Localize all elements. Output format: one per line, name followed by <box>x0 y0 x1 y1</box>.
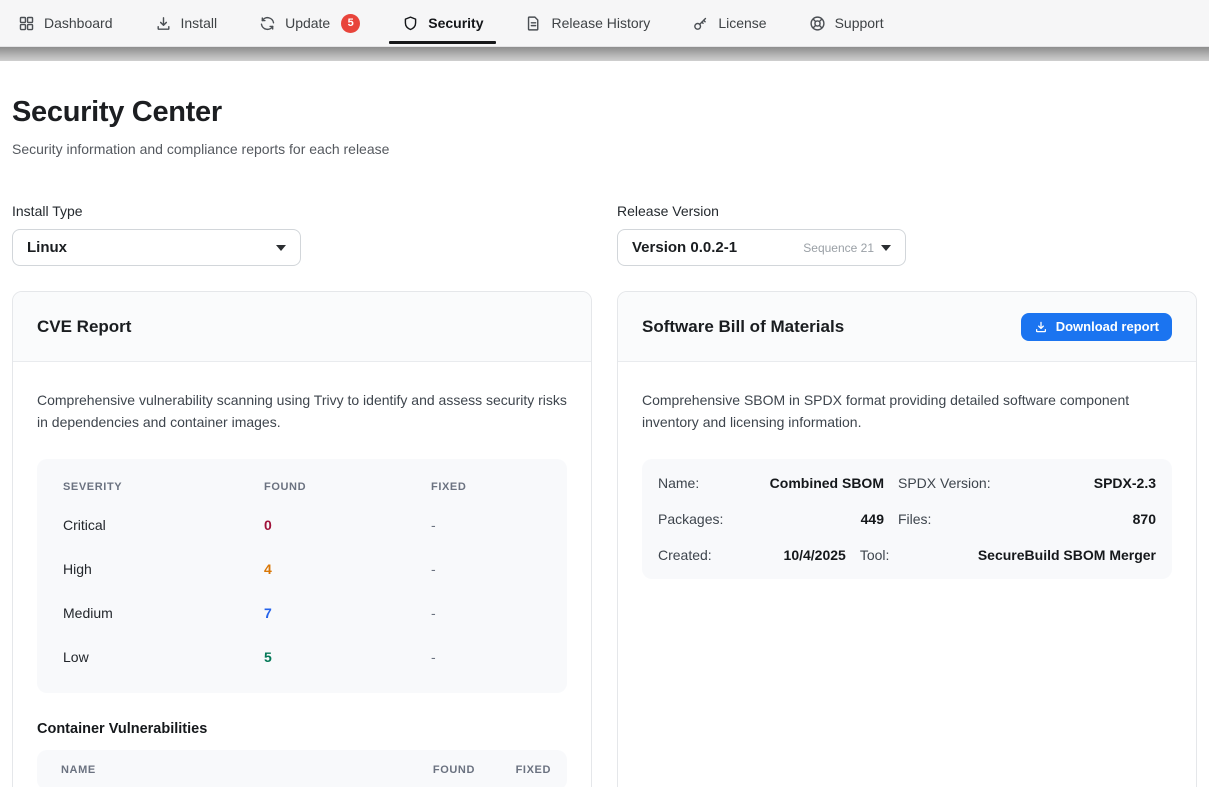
info-row: Name: Combined SBOM SPDX Version: SPDX-2… <box>658 465 1156 501</box>
container-vulnerabilities-title: Container Vulnerabilities <box>37 721 567 737</box>
file-text-icon <box>525 15 542 32</box>
severity-name: Critical <box>63 517 264 533</box>
window-shadow-band <box>0 47 1209 61</box>
sbom-description: Comprehensive SBOM in SPDX format provid… <box>642 390 1172 433</box>
fixed-count: - <box>431 517 541 533</box>
download-icon <box>155 15 172 32</box>
info-value: Combined SBOM <box>744 475 884 491</box>
install-type-label: Install Type <box>12 203 592 219</box>
info-value: SPDX-2.3 <box>1016 475 1156 491</box>
release-version-filter: Release Version Version 0.0.2-1 Sequence… <box>617 203 1197 266</box>
severity-name: High <box>63 561 264 577</box>
column-header-found: FOUND <box>264 481 431 493</box>
cards-row: CVE Report Comprehensive vulnerability s… <box>12 291 1197 787</box>
fixed-count: - <box>431 605 541 621</box>
found-count: 0 <box>264 517 431 533</box>
fixed-count: - <box>431 561 541 577</box>
column-header-fixed: FIXED <box>501 764 551 776</box>
download-report-label: Download report <box>1056 319 1159 334</box>
severity-name: Low <box>63 649 264 665</box>
install-type-filter: Install Type Linux <box>12 203 592 266</box>
nav-label: Support <box>835 15 884 31</box>
nav-item-dashboard[interactable]: Dashboard <box>18 0 134 46</box>
nav-label: Update <box>285 15 330 31</box>
sbom-card-title: Software Bill of Materials <box>642 317 844 337</box>
release-version-select[interactable]: Version 0.0.2-1 Sequence 21 <box>617 229 906 266</box>
nav-item-release-history[interactable]: Release History <box>504 0 671 46</box>
chevron-down-icon <box>276 245 286 251</box>
key-icon <box>692 15 709 32</box>
refresh-icon <box>259 15 276 32</box>
found-count: 7 <box>264 605 431 621</box>
filters-row: Install Type Linux Release Version Versi… <box>12 203 1197 266</box>
table-row: Critical 0 - <box>63 503 541 547</box>
shield-icon <box>402 15 419 32</box>
found-count: 5 <box>264 649 431 665</box>
info-label: Name: <box>658 475 730 491</box>
update-count-badge: 5 <box>341 14 360 33</box>
info-label: Tool: <box>860 547 964 563</box>
install-type-value: Linux <box>27 239 67 256</box>
cve-card-header: CVE Report <box>13 292 591 362</box>
nav-item-install[interactable]: Install <box>134 0 239 46</box>
info-row: Created: 10/4/2025 Tool: SecureBuild SBO… <box>658 537 1156 573</box>
nav-item-license[interactable]: License <box>671 0 787 46</box>
column-header-name: NAME <box>61 764 387 776</box>
sequence-label: Sequence 21 <box>803 241 874 255</box>
column-header-fixed: FIXED <box>431 481 541 493</box>
severity-table-header: SEVERITY FOUND FIXED <box>63 471 541 503</box>
download-icon <box>1034 320 1048 334</box>
release-version-value: Version 0.0.2-1 <box>632 239 737 256</box>
info-label: Created: <box>658 547 730 563</box>
table-row: High 4 - <box>63 547 541 591</box>
nav-item-support[interactable]: Support <box>788 0 905 46</box>
info-value: 449 <box>744 511 884 527</box>
info-value: 10/4/2025 <box>744 547 846 563</box>
severity-name: Medium <box>63 605 264 621</box>
cve-card-body: Comprehensive vulnerability scanning usi… <box>13 362 591 787</box>
nav-label: Release History <box>551 15 650 31</box>
table-row: Low 5 - <box>63 635 541 679</box>
lifebuoy-icon <box>809 15 826 32</box>
release-version-label: Release Version <box>617 203 1197 219</box>
nav-label: Dashboard <box>44 15 113 31</box>
top-navigation: Dashboard Install Update 5 Security Rele… <box>0 0 1209 47</box>
fixed-count: - <box>431 649 541 665</box>
nav-item-security[interactable]: Security <box>381 0 504 46</box>
column-header-found: FOUND <box>413 764 475 776</box>
info-value: SecureBuild SBOM Merger <box>978 547 1156 563</box>
chevron-down-icon <box>881 245 891 251</box>
severity-table: SEVERITY FOUND FIXED Critical 0 - High 4… <box>37 459 567 693</box>
info-label: Files: <box>898 511 1002 527</box>
table-row: Medium 7 - <box>63 591 541 635</box>
info-label: Packages: <box>658 511 730 527</box>
nav-label: Security <box>428 15 483 31</box>
install-type-select[interactable]: Linux <box>12 229 301 266</box>
nav-label: License <box>718 15 766 31</box>
sbom-info-grid: Name: Combined SBOM SPDX Version: SPDX-2… <box>642 459 1172 579</box>
main-content: Security Center Security information and… <box>0 96 1209 787</box>
nav-label: Install <box>181 15 218 31</box>
page-subtitle: Security information and compliance repo… <box>12 141 1197 157</box>
grid-icon <box>18 15 35 32</box>
container-vulnerabilities-header: NAME FOUND FIXED <box>37 750 567 787</box>
nav-item-update[interactable]: Update 5 <box>238 0 381 46</box>
page-title: Security Center <box>12 96 1197 129</box>
sbom-card-body: Comprehensive SBOM in SPDX format provid… <box>618 362 1196 603</box>
info-row: Packages: 449 Files: 870 <box>658 501 1156 537</box>
info-label: SPDX Version: <box>898 475 1002 491</box>
cve-description: Comprehensive vulnerability scanning usi… <box>37 390 567 433</box>
found-count: 4 <box>264 561 431 577</box>
cve-report-card: CVE Report Comprehensive vulnerability s… <box>12 291 592 787</box>
cve-card-title: CVE Report <box>37 317 131 337</box>
download-report-button[interactable]: Download report <box>1021 313 1172 341</box>
column-header-severity: SEVERITY <box>63 481 264 493</box>
info-value: 870 <box>1016 511 1156 527</box>
sbom-card-header: Software Bill of Materials Download repo… <box>618 292 1196 362</box>
sbom-card: Software Bill of Materials Download repo… <box>617 291 1197 787</box>
